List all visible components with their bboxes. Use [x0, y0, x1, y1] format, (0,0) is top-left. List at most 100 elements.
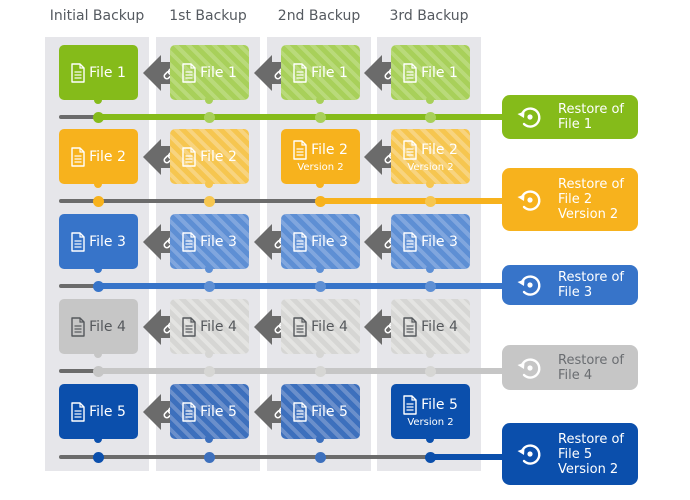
tile-connector [205, 265, 213, 273]
tile-content: File 1 [403, 62, 458, 83]
timeline-dot [93, 280, 104, 292]
restore-button[interactable]: Restore of File 5 Version 2 [502, 423, 638, 485]
tile-connector [94, 96, 102, 104]
file-label: File 1 [311, 64, 348, 81]
linked-file-tile: File 3 [281, 214, 360, 269]
tile-title-row: File 3 [403, 231, 458, 252]
tile-title-row: File 5 [403, 395, 458, 415]
timeline-active [430, 454, 505, 460]
tile-title-row: File 2 [71, 146, 126, 167]
restore-label: Restore of File 1 [558, 102, 624, 132]
column-header: Initial Backup [49, 8, 145, 24]
tile-content: File 5 [293, 401, 348, 422]
file-tile: File 5 Version 2 [391, 384, 470, 439]
tile-connector [426, 350, 434, 358]
linked-file-tile: File 2 [170, 129, 249, 184]
document-icon [293, 231, 307, 252]
tile-title-row: File 1 [182, 62, 237, 83]
file-label: File 5 [421, 397, 458, 413]
column-header: 2nd Backup [277, 8, 361, 24]
file-label: File 5 [311, 403, 348, 420]
file-label: File 3 [89, 233, 126, 250]
timeline-dot [93, 195, 104, 207]
tile-content: File 2 [71, 146, 126, 167]
tile-content: File 3 [403, 231, 458, 252]
document-icon [71, 316, 85, 337]
tile-content: File 2 Version 2 [403, 140, 458, 173]
timeline-active [320, 198, 505, 204]
restore-button[interactable]: Restore of File 2 Version 2 [502, 168, 638, 231]
restore-button[interactable]: Restore of File 4 [502, 345, 638, 390]
tile-title-row: File 2 [403, 140, 458, 160]
tile-content: File 2 Version 2 [293, 140, 348, 173]
file-tile: File 5 [59, 384, 138, 439]
column-header: 1st Backup [169, 8, 247, 24]
file-label: File 1 [421, 64, 458, 81]
tile-connector [316, 265, 324, 273]
linked-file-tile: File 1 [281, 45, 360, 100]
tile-title-row: File 1 [293, 62, 348, 83]
restore-button[interactable]: Restore of File 1 [502, 95, 638, 139]
tile-title-row: File 2 [182, 146, 237, 167]
timeline-dot [204, 195, 215, 207]
file-label: File 2 [311, 142, 348, 158]
document-icon [293, 401, 307, 422]
tile-title-row: File 4 [71, 316, 126, 337]
tile-title-row: File 4 [293, 316, 348, 337]
linked-file-tile: File 1 [391, 45, 470, 100]
tile-content: File 5 [182, 401, 237, 422]
file-label: File 1 [200, 64, 237, 81]
file-label: File 2 [421, 142, 458, 158]
file-label: File 2 [89, 148, 126, 165]
document-icon [403, 395, 417, 415]
document-icon [403, 231, 417, 252]
restore-label: Restore of File 2 Version 2 [558, 177, 624, 222]
tile-title-row: File 5 [293, 401, 348, 422]
file-label: File 5 [200, 403, 237, 420]
timeline-active [98, 114, 505, 120]
tile-connector [426, 265, 434, 273]
file-tile: File 2 Version 2 [281, 129, 360, 184]
document-icon [71, 62, 85, 83]
timeline-active [98, 368, 505, 374]
tile-connector [94, 435, 102, 443]
document-icon [71, 401, 85, 422]
document-icon [182, 62, 196, 83]
tile-content: File 2 [182, 146, 237, 167]
timeline-dot [315, 195, 326, 207]
file-label: File 5 [89, 403, 126, 420]
tile-content: File 1 [182, 62, 237, 83]
timeline-dot [204, 111, 215, 123]
timeline-dot [315, 280, 326, 292]
timeline-dot [425, 365, 436, 377]
tile-content: File 3 [293, 231, 348, 252]
tile-connector [205, 350, 213, 358]
timeline-dot [204, 451, 215, 463]
document-icon [293, 140, 307, 160]
tile-title-row: File 1 [403, 62, 458, 83]
document-icon [182, 231, 196, 252]
timeline-dot [204, 280, 215, 292]
linked-file-tile: File 3 [391, 214, 470, 269]
linked-file-tile: File 4 [170, 299, 249, 354]
file-label: File 2 [200, 148, 237, 165]
tile-content: File 3 [182, 231, 237, 252]
timeline-active [98, 283, 505, 289]
file-label: File 4 [89, 318, 126, 335]
tile-connector [316, 350, 324, 358]
tile-title-row: File 5 [182, 401, 237, 422]
tile-connector [94, 265, 102, 273]
restore-button[interactable]: Restore of File 3 [502, 265, 638, 305]
document-icon [403, 140, 417, 160]
file-label: File 3 [311, 233, 348, 250]
document-icon [71, 231, 85, 252]
linked-file-tile: File 1 [170, 45, 249, 100]
restore-label: Restore of File 3 [558, 270, 624, 300]
restore-label: Restore of File 4 [558, 352, 624, 383]
tile-content: File 4 [403, 316, 458, 337]
tile-title-row: File 3 [293, 231, 348, 252]
tile-connector [205, 180, 213, 188]
tile-content: File 4 [71, 316, 126, 337]
version-label: Version 2 [297, 162, 344, 173]
linked-file-tile: File 5 [281, 384, 360, 439]
